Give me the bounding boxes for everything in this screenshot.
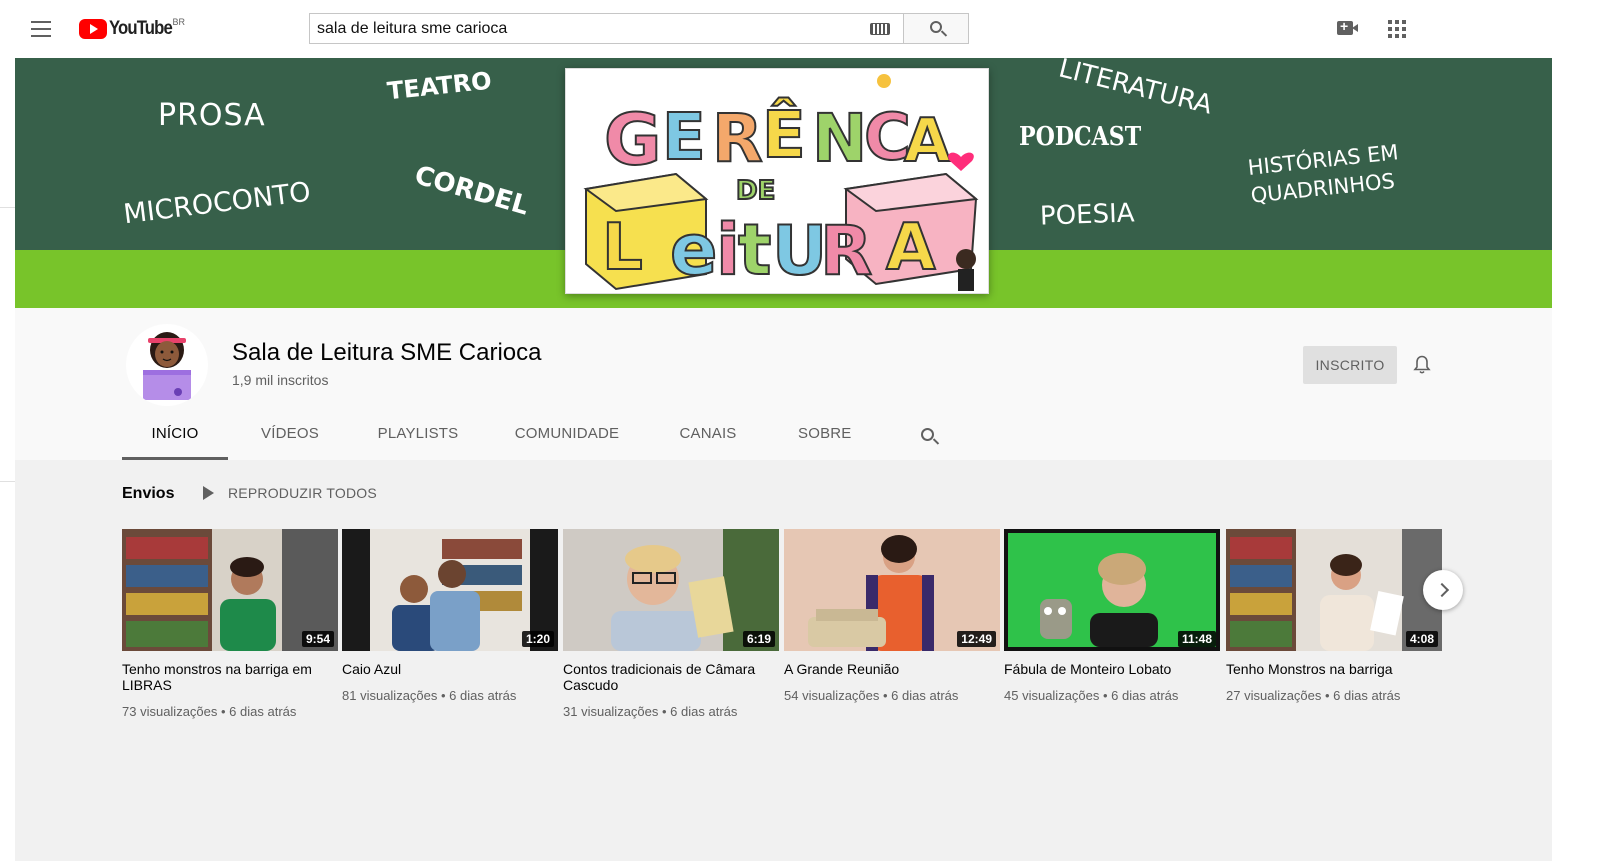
- video-meta: 31 visualizações • 6 dias atrás: [563, 704, 738, 719]
- svg-text:i: i: [716, 209, 740, 291]
- search-input[interactable]: [310, 14, 870, 43]
- video-title[interactable]: Contos tradicionais de Câmara Cascudo: [563, 661, 763, 693]
- video-age: 6 dias atrás: [229, 704, 297, 719]
- video-views: 27 visualizações: [1226, 688, 1322, 703]
- keyboard-icon[interactable]: [870, 22, 890, 35]
- divider: [0, 481, 15, 482]
- search-box: [309, 13, 904, 44]
- svg-text:R: R: [712, 100, 763, 177]
- svg-text:N: N: [812, 100, 867, 177]
- video-thumbnail[interactable]: 1:20: [342, 529, 558, 651]
- youtube-play-icon: [79, 19, 107, 39]
- video-age: 6 dias atrás: [670, 704, 738, 719]
- video-title[interactable]: Tenho Monstros na barriga: [1226, 661, 1426, 677]
- channel-avatar[interactable]: [126, 324, 208, 406]
- banner-word-microconto: MICROCONTO: [121, 176, 313, 231]
- banner-word-historias: HISTÓRIAS EM QUADRINHOS: [1246, 138, 1402, 209]
- svg-text:L: L: [602, 211, 643, 285]
- video-thumbnail[interactable]: 4:08: [1226, 529, 1442, 651]
- svg-text:Ê: Ê: [762, 97, 806, 173]
- menu-icon[interactable]: [28, 18, 54, 40]
- video-thumbnail[interactable]: 11:48: [1004, 529, 1220, 651]
- banner-word-poesia: POESIA: [1039, 198, 1136, 232]
- tab-canais[interactable]: CANAIS: [678, 418, 738, 460]
- svg-text:U: U: [772, 212, 827, 291]
- chevron-right-icon[interactable]: [1423, 570, 1463, 610]
- video-title[interactable]: A Grande Reunião: [784, 661, 984, 677]
- svg-text:R: R: [820, 212, 872, 291]
- video-thumbnail[interactable]: 6:19: [563, 529, 779, 651]
- video-meta: 73 visualizações • 6 dias atrás: [122, 704, 297, 719]
- banner-logo-artwork: G E R Ê N C A L e i t U R A DE: [565, 68, 989, 294]
- search-icon: [930, 21, 942, 33]
- svg-text:A: A: [886, 211, 936, 285]
- tab-videos[interactable]: VÍDEOS: [250, 418, 330, 460]
- video-thumbnail[interactable]: 9:54: [122, 529, 338, 651]
- banner-word-literatura: LITERATURA: [1055, 58, 1216, 121]
- video-views: 81 visualizações: [342, 688, 438, 703]
- video-meta: 81 visualizações • 6 dias atrás: [342, 688, 517, 703]
- video-thumbnail[interactable]: 12:49: [784, 529, 1000, 651]
- video-duration: 4:08: [1405, 631, 1438, 647]
- video-age: 6 dias atrás: [1111, 688, 1179, 703]
- banner-word-podcast: PODCAST: [1019, 122, 1142, 152]
- banner-word-teatro: TEATRO: [385, 66, 493, 106]
- video-duration: 6:19: [742, 631, 775, 647]
- video-duration: 11:48: [1177, 631, 1216, 647]
- play-all-label: REPRODUZIR TODOS: [228, 485, 377, 501]
- banner-word-prosa: PROSA: [158, 98, 266, 133]
- video-duration: 9:54: [301, 631, 334, 647]
- svg-text:t: t: [738, 209, 771, 291]
- video-views: 73 visualizações: [122, 704, 218, 719]
- video-meta: 54 visualizações • 6 dias atrás: [784, 688, 959, 703]
- video-age: 6 dias atrás: [449, 688, 517, 703]
- subscriber-count: 1,9 mil inscritos: [232, 372, 329, 388]
- video-views: 45 visualizações: [1004, 688, 1100, 703]
- video-duration: 12:49: [957, 631, 996, 647]
- channel-search-button[interactable]: [919, 426, 943, 450]
- channel-header: Sala de Leitura SME Carioca 1,9 mil insc…: [15, 308, 1552, 460]
- svg-text:DE: DE: [736, 176, 775, 206]
- tab-sobre[interactable]: SOBRE: [798, 418, 851, 460]
- play-all-button[interactable]: REPRODUZIR TODOS: [203, 485, 377, 501]
- tab-inicio[interactable]: INÍCIO: [122, 418, 228, 460]
- video-meta: 45 visualizações • 6 dias atrás: [1004, 688, 1179, 703]
- tab-playlists[interactable]: PLAYLISTS: [372, 418, 464, 460]
- channel-content: Envios REPRODUZIR TODOS 9:54 Tenho monst…: [15, 460, 1552, 861]
- uploads-title: Envios: [122, 485, 175, 502]
- video-title[interactable]: Fábula de Monteiro Lobato: [1004, 661, 1204, 677]
- subscribed-button[interactable]: INSCRITO: [1303, 346, 1397, 384]
- video-title[interactable]: Caio Azul: [342, 661, 542, 677]
- video-views: 31 visualizações: [563, 704, 659, 719]
- youtube-logo[interactable]: YouTube BR: [79, 16, 185, 42]
- svg-text:A: A: [904, 106, 951, 176]
- banner-word-cordel: CORDEL: [411, 160, 532, 222]
- video-meta: 27 visualizações • 6 dias atrás: [1226, 688, 1401, 703]
- tab-comunidade[interactable]: COMUNIDADE: [514, 418, 620, 460]
- channel-name: Sala de Leitura SME Carioca: [232, 339, 542, 366]
- svg-text:e: e: [670, 209, 717, 291]
- divider: [0, 207, 15, 208]
- video-title[interactable]: Tenho monstros na barriga em LIBRAS: [122, 661, 322, 693]
- search-icon: [921, 428, 934, 441]
- apps-icon[interactable]: [1388, 20, 1406, 38]
- bell-icon[interactable]: [1413, 355, 1431, 375]
- channel-banner: PROSA TEATRO MICROCONTO CORDEL LITERATUR…: [15, 58, 1552, 308]
- logo-text: YouTube: [109, 18, 173, 39]
- svg-text:E: E: [662, 101, 706, 175]
- search-button[interactable]: [903, 13, 969, 44]
- play-icon: [203, 486, 214, 500]
- masthead: YouTube BR: [0, 0, 1600, 58]
- video-views: 54 visualizações: [784, 688, 880, 703]
- video-duration: 1:20: [521, 631, 554, 647]
- create-video-icon[interactable]: [1337, 18, 1358, 35]
- svg-text:G: G: [604, 99, 661, 181]
- country-code: BR: [172, 17, 185, 27]
- video-age: 6 dias atrás: [1333, 688, 1401, 703]
- video-age: 6 dias atrás: [891, 688, 959, 703]
